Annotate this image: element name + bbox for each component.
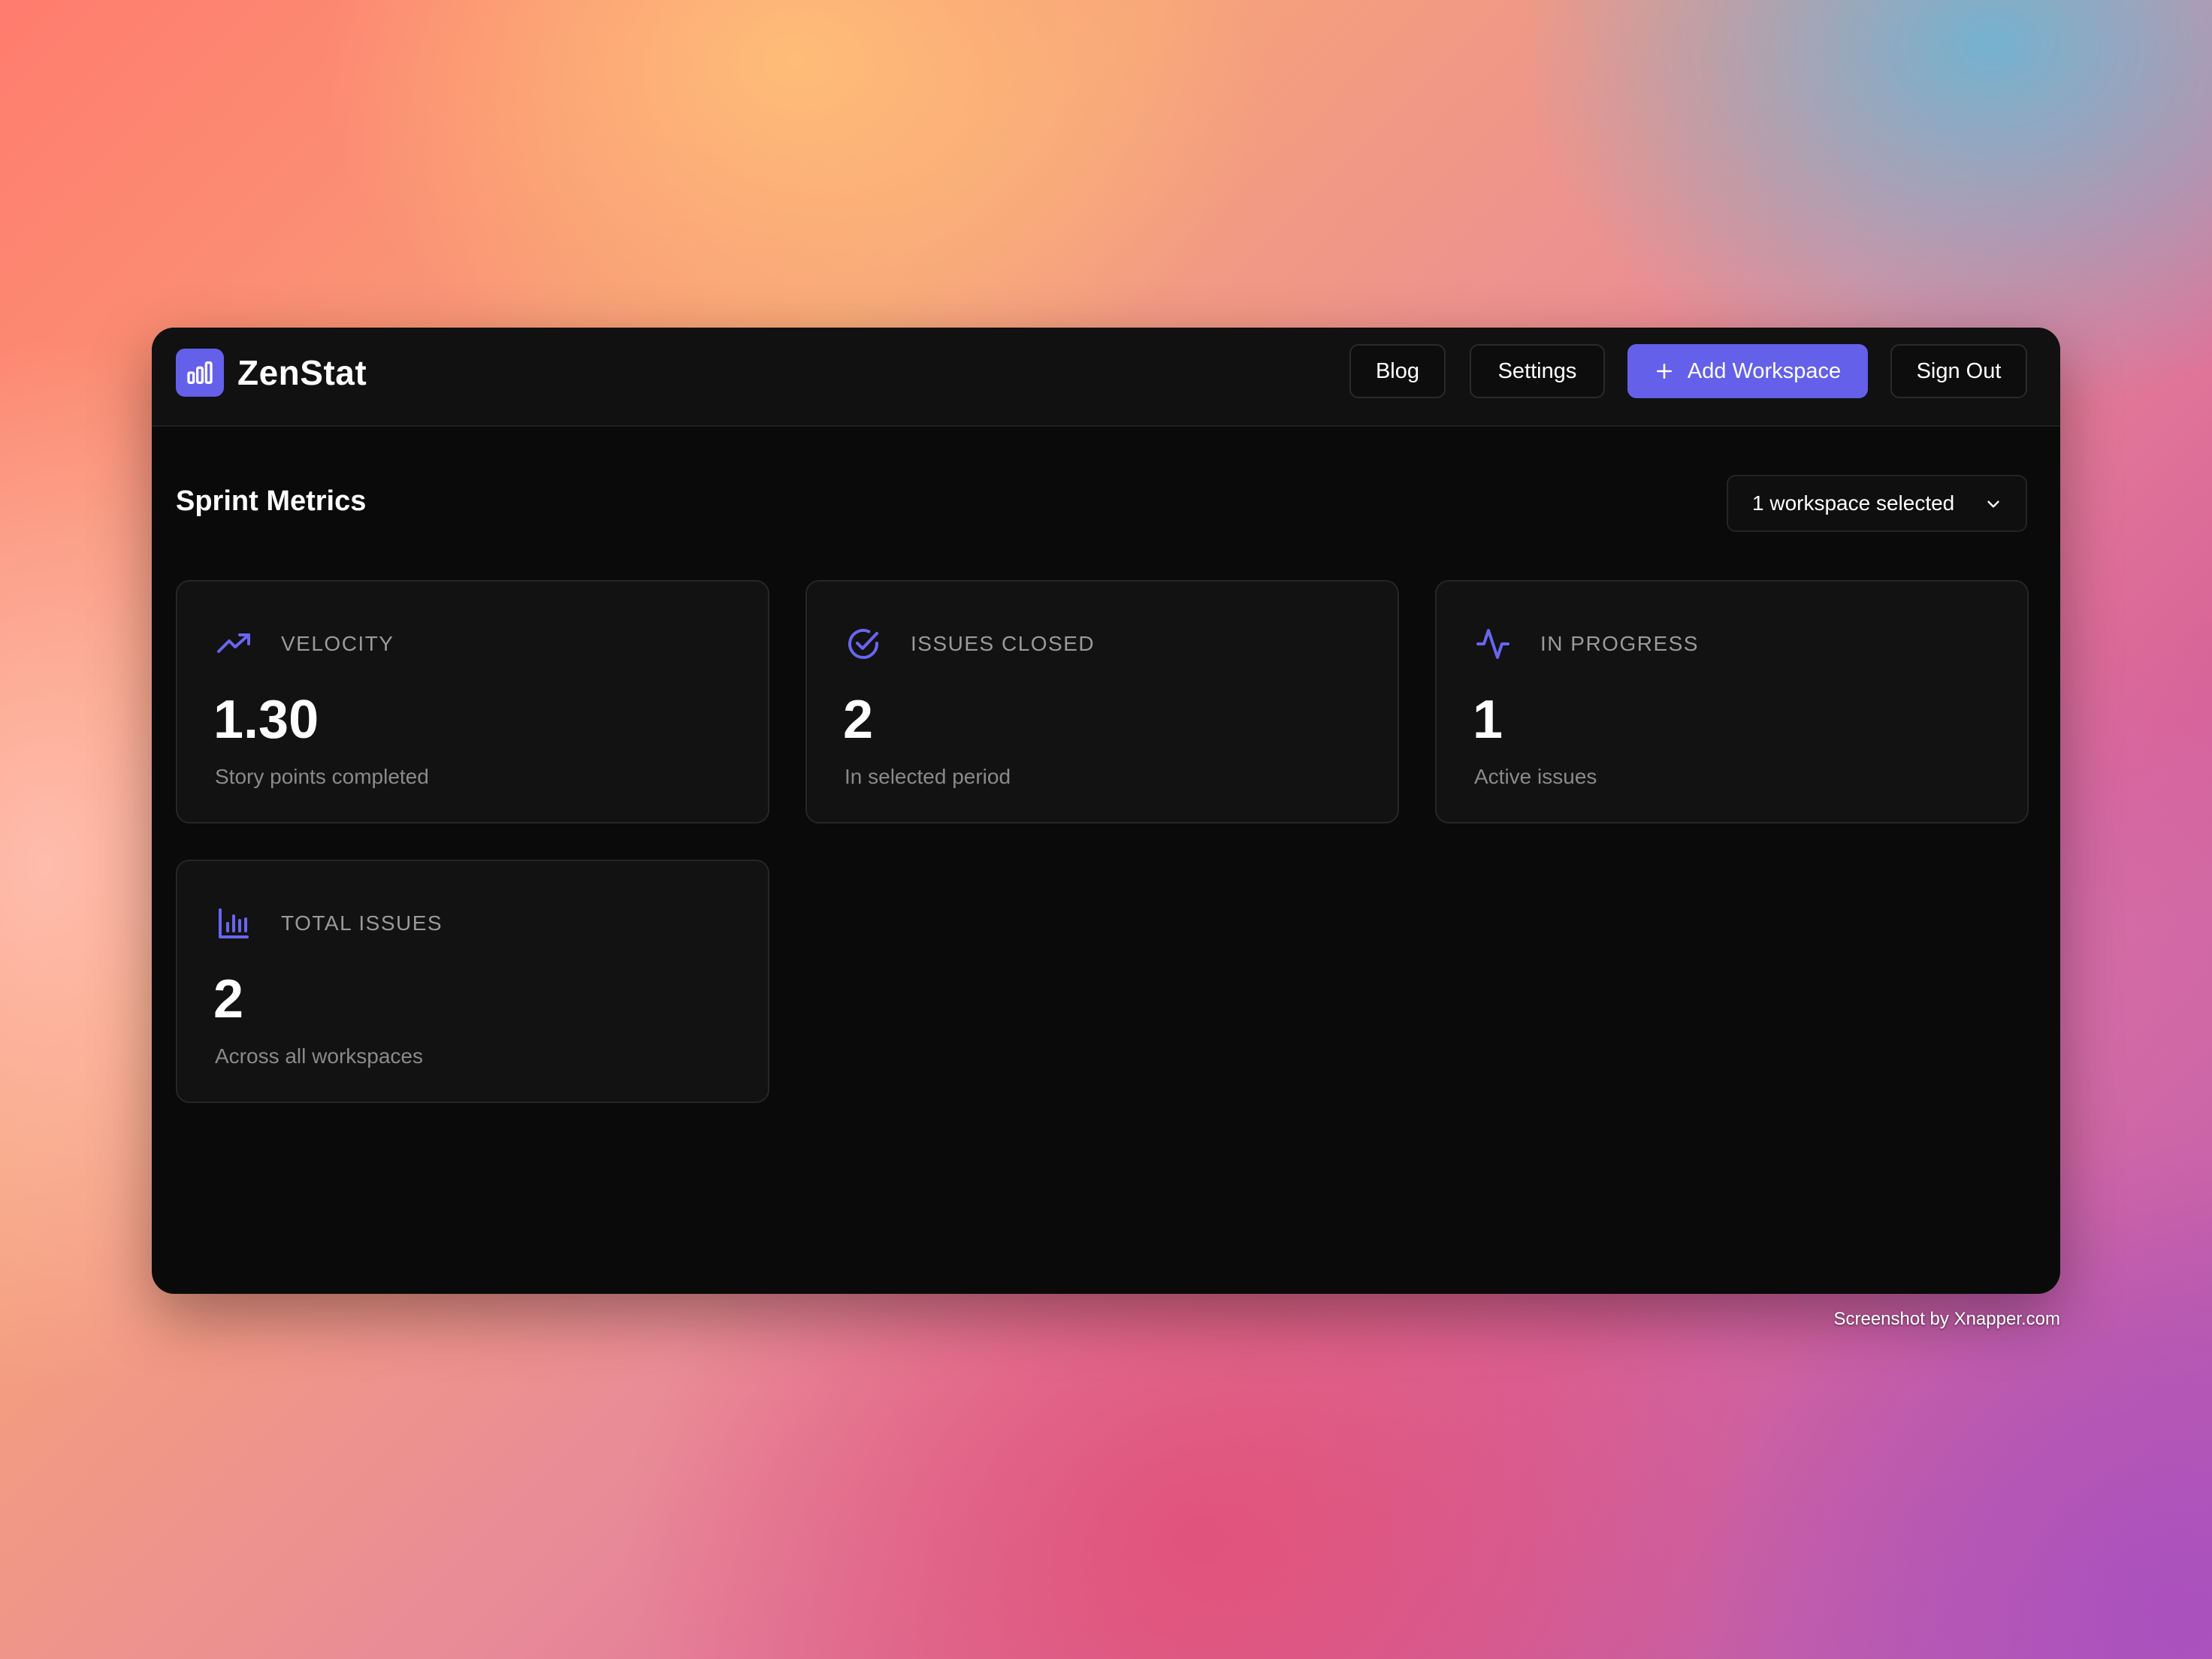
add-workspace-button[interactable]: Add Workspace — [1627, 344, 1868, 398]
settings-button-label: Settings — [1497, 358, 1577, 383]
card-header: VELOCITY — [215, 625, 394, 663]
bar-chart-icon — [176, 349, 224, 397]
card-header: ISSUES CLOSED — [845, 625, 1095, 663]
blog-button[interactable]: Blog — [1349, 344, 1446, 398]
issues-closed-card: ISSUES CLOSED 2 In selected period — [805, 580, 1399, 823]
app-name: ZenStat — [237, 353, 367, 392]
velocity-card: VELOCITY 1.30 Story points completed — [176, 580, 769, 823]
blog-button-label: Blog — [1375, 358, 1420, 383]
sign-out-button[interactable]: Sign Out — [1890, 344, 2027, 398]
card-subtitle: Active issues — [1474, 765, 1597, 788]
card-value: 2 — [213, 969, 244, 1029]
check-circle-icon — [845, 625, 882, 663]
chevron-down-icon — [1984, 494, 2003, 519]
brand[interactable]: ZenStat — [176, 349, 367, 397]
workspace-select-value: 1 workspace selected — [1752, 491, 1955, 515]
bar-chart-icon — [215, 905, 252, 942]
plus-icon — [1654, 361, 1674, 381]
card-header: TOTAL ISSUES — [215, 905, 443, 942]
page-title: Sprint Metrics — [176, 485, 367, 517]
trending-up-icon — [215, 625, 252, 663]
total-issues-card: TOTAL ISSUES 2 Across all workspaces — [176, 860, 769, 1103]
card-value: 1 — [1473, 690, 1503, 750]
workspace-select[interactable]: 1 workspace selected — [1727, 475, 2027, 532]
top-navigation-bar: ZenStat Blog Settings Add Workspace Sign… — [152, 328, 2060, 427]
card-label: ISSUES CLOSED — [911, 632, 1095, 655]
card-value: 2 — [843, 690, 874, 750]
card-label: TOTAL ISSUES — [281, 911, 443, 935]
settings-button[interactable]: Settings — [1470, 344, 1605, 398]
card-header: IN PROGRESS — [1474, 625, 1699, 663]
add-workspace-button-label: Add Workspace — [1687, 358, 1842, 383]
activity-icon — [1474, 625, 1512, 663]
card-subtitle: Story points completed — [215, 765, 429, 788]
card-subtitle: Across all workspaces — [215, 1044, 423, 1068]
sign-out-button-label: Sign Out — [1916, 358, 2002, 383]
card-label: IN PROGRESS — [1540, 632, 1699, 655]
app-window: ZenStat Blog Settings Add Workspace Sign… — [152, 328, 2060, 1294]
watermark: Screenshot by Xnapper.com — [1833, 1309, 2060, 1329]
card-label: VELOCITY — [281, 632, 394, 655]
card-value: 1.30 — [213, 690, 319, 750]
in-progress-card: IN PROGRESS 1 Active issues — [1435, 580, 2029, 823]
card-subtitle: In selected period — [845, 765, 1011, 788]
